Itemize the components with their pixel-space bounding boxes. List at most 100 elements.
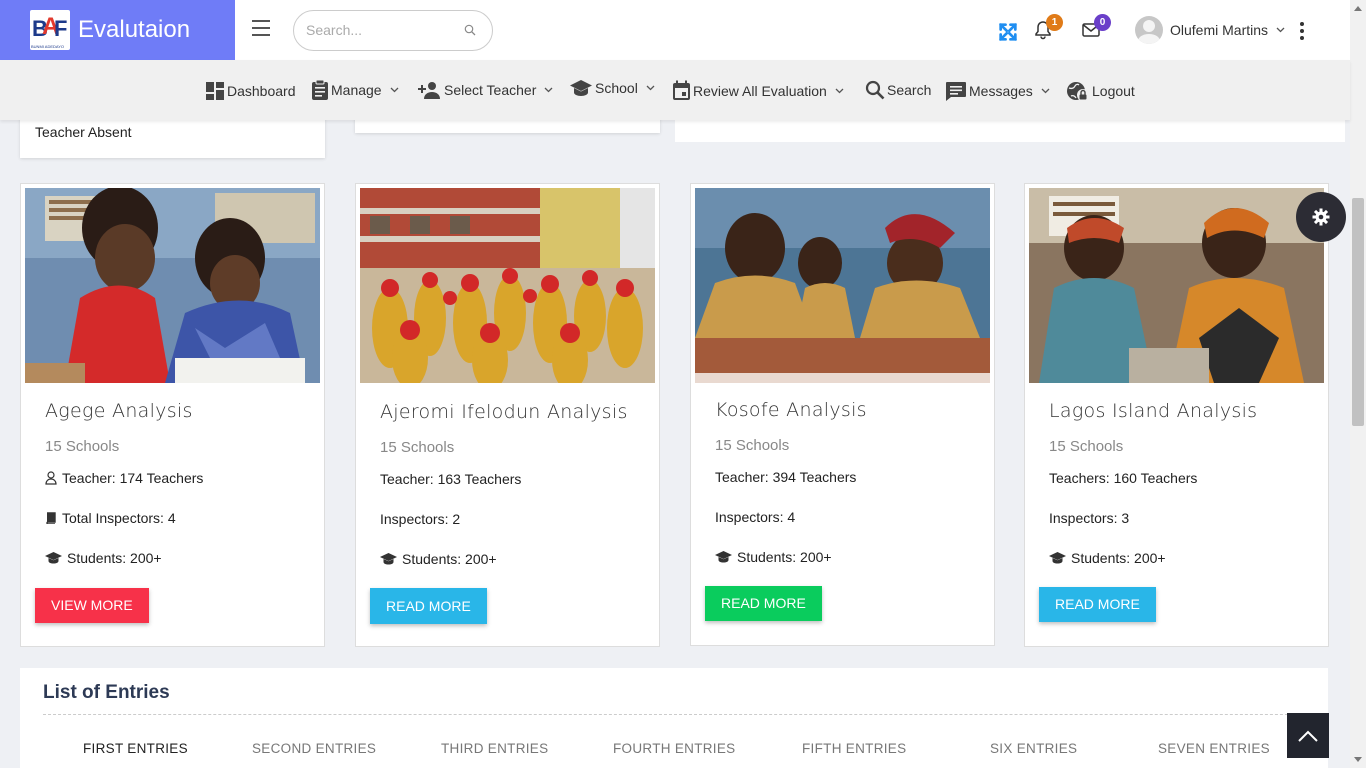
card-schools: 15 Schools <box>715 437 790 454</box>
menu-toggle-icon[interactable] <box>252 20 270 36</box>
fullscreen-icon[interactable] <box>997 21 1019 43</box>
card-teachers: Teacher: 174 Teachers <box>45 470 203 486</box>
nav-manage-label: Manage <box>331 82 382 98</box>
tab-second-entries[interactable]: SECOND ENTRIES <box>252 741 376 756</box>
dashboard-icon <box>206 82 224 100</box>
read-more-button[interactable]: READ MORE <box>705 586 822 621</box>
card-inspectors-text: Total Inspectors: 4 <box>62 510 176 526</box>
entries-title: List of Entries <box>43 682 170 703</box>
entries-panel: List of Entries FIRST ENTRIES SECOND ENT… <box>20 668 1328 768</box>
user-name: Olufemi Martins <box>1170 22 1269 38</box>
divider <box>43 714 1328 715</box>
card-title: Ajeromi Ifelodun Analysis <box>380 401 628 423</box>
clipboard-icon <box>312 79 328 100</box>
top-header: BAF BUNMI ADEDAYO Evalutaion 1 0 Olufemi… <box>0 0 1350 60</box>
chevron-down-icon <box>646 85 655 91</box>
nav-review-label: Review All Evaluation <box>693 82 827 99</box>
card-inspectors: Inspectors: 2 <box>380 511 460 527</box>
page-scrollbar[interactable] <box>1350 0 1366 768</box>
nav-search[interactable]: Search <box>865 80 931 100</box>
tab-seven-entries[interactable]: SEVEN ENTRIES <box>1158 741 1270 756</box>
ajeromi-photo <box>360 188 655 383</box>
scroll-up-arrow[interactable] <box>1354 6 1362 11</box>
read-more-button[interactable]: READ MORE <box>370 588 487 624</box>
card-teachers-text: Teacher: 163 Teachers <box>380 471 522 487</box>
avatar <box>1135 16 1163 44</box>
nav-select-teacher[interactable]: Select Teacher <box>418 81 555 99</box>
scrollbar-thumb[interactable] <box>1352 198 1364 426</box>
nav-school[interactable]: School <box>569 79 657 97</box>
card-inspectors-text: Inspectors: 4 <box>715 509 796 525</box>
tab-fourth-entries[interactable]: FOURTH ENTRIES <box>613 741 735 756</box>
card-inspectors: Inspectors: 3 <box>1049 510 1129 526</box>
nav-messages-label: Messages <box>969 83 1033 99</box>
card-inspectors: Inspectors: 4 <box>715 509 795 525</box>
chevron-down-icon <box>1041 88 1050 94</box>
nav-select-teacher-label: Select Teacher <box>444 82 537 98</box>
nav-review-all-evaluation[interactable]: Review All Evaluation <box>672 80 846 101</box>
card-schools: 15 Schools <box>45 438 120 455</box>
lagos-island-photo <box>1029 188 1324 383</box>
agege-photo <box>25 188 320 383</box>
nav-logout-label: Logout <box>1092 83 1135 99</box>
user-menu[interactable]: Olufemi Martins <box>1135 16 1285 44</box>
card-title: Agege Analysis <box>45 400 193 422</box>
graduation-cap-icon <box>715 551 732 563</box>
card-students: Students: 200+ <box>45 550 162 566</box>
tab-first-entries[interactable]: FIRST ENTRIES <box>83 741 188 756</box>
card-teachers-text: Teacher: 394 Teachers <box>715 469 857 485</box>
card-students: Students: 200+ <box>380 551 497 567</box>
graduation-cap-icon <box>570 80 592 96</box>
card-students: Students: 200+ <box>1049 550 1166 566</box>
card-teachers: Teacher: 394 Teachers <box>715 469 856 485</box>
back-to-top-button[interactable] <box>1287 713 1329 758</box>
nav-school-label: School <box>595 80 638 96</box>
teacher-absent-label: Teacher Absent <box>35 124 132 140</box>
nav-logout[interactable]: Logout <box>1066 79 1135 103</box>
chevron-down-icon <box>835 88 844 93</box>
card-inspectors-text: Inspectors: 3 <box>1049 510 1130 526</box>
card-teachers: Teacher: 163 Teachers <box>380 471 521 487</box>
view-more-button[interactable]: VIEW MORE <box>35 588 149 623</box>
nav-search-label: Search <box>887 82 932 98</box>
brand[interactable]: BAF BUNMI ADEDAYO Evalutaion <box>0 0 235 60</box>
nav-dashboard[interactable]: Dashboard <box>205 81 296 101</box>
district-card-lagos-island: Lagos Island Analysis 15 Schools Teacher… <box>1024 183 1329 647</box>
app-title: Evalutaion <box>78 16 191 43</box>
chevron-down-icon <box>1276 27 1285 33</box>
card-students-text: Students: 200+ <box>1071 550 1166 566</box>
search-input[interactable] <box>306 22 456 38</box>
card-students-text: Students: 200+ <box>67 550 162 566</box>
read-more-button[interactable]: READ MORE <box>1039 587 1156 622</box>
user-icon <box>45 471 57 485</box>
calendar-icon <box>673 80 690 100</box>
graduation-cap-icon <box>45 552 62 564</box>
tab-fifth-entries[interactable]: FIFTH ENTRIES <box>802 741 906 756</box>
logout-globe-icon <box>1067 82 1089 101</box>
nav-manage[interactable]: Manage <box>311 79 401 101</box>
gear-icon <box>1312 208 1330 226</box>
card-title: Kosofe Analysis <box>715 399 867 421</box>
settings-button[interactable] <box>1296 192 1346 242</box>
card-inspectors: Total Inspectors: 4 <box>45 510 176 526</box>
foundation-logo: BAF BUNMI ADEDAYO <box>30 10 70 50</box>
tab-six-entries[interactable]: SIX ENTRIES <box>990 741 1077 756</box>
nav-messages[interactable]: Messages <box>945 81 1052 101</box>
search-icon[interactable] <box>464 24 476 36</box>
search-bar[interactable] <box>293 10 493 51</box>
tab-third-entries[interactable]: THIRD ENTRIES <box>441 741 548 756</box>
message-icon <box>946 82 966 101</box>
more-options-icon[interactable] <box>1300 22 1304 43</box>
district-card-ajeromi-ifelodun: Ajeromi Ifelodun Analysis 15 Schools Tea… <box>355 183 660 647</box>
district-card-agege: Agege Analysis 15 Schools Teacher: 174 T… <box>20 183 325 647</box>
messages-button[interactable]: 0 <box>1081 14 1111 42</box>
card-students: Students: 200+ <box>715 549 832 565</box>
chevron-down-icon <box>544 87 553 93</box>
graduation-cap-icon <box>380 553 397 565</box>
graduation-cap-icon <box>1049 552 1066 564</box>
scroll-down-arrow[interactable] <box>1354 757 1362 762</box>
notifications-button[interactable]: 1 <box>1033 14 1063 42</box>
chevron-up-icon <box>1298 730 1318 742</box>
card-students-text: Students: 200+ <box>737 549 832 565</box>
card-students-text: Students: 200+ <box>402 551 497 567</box>
